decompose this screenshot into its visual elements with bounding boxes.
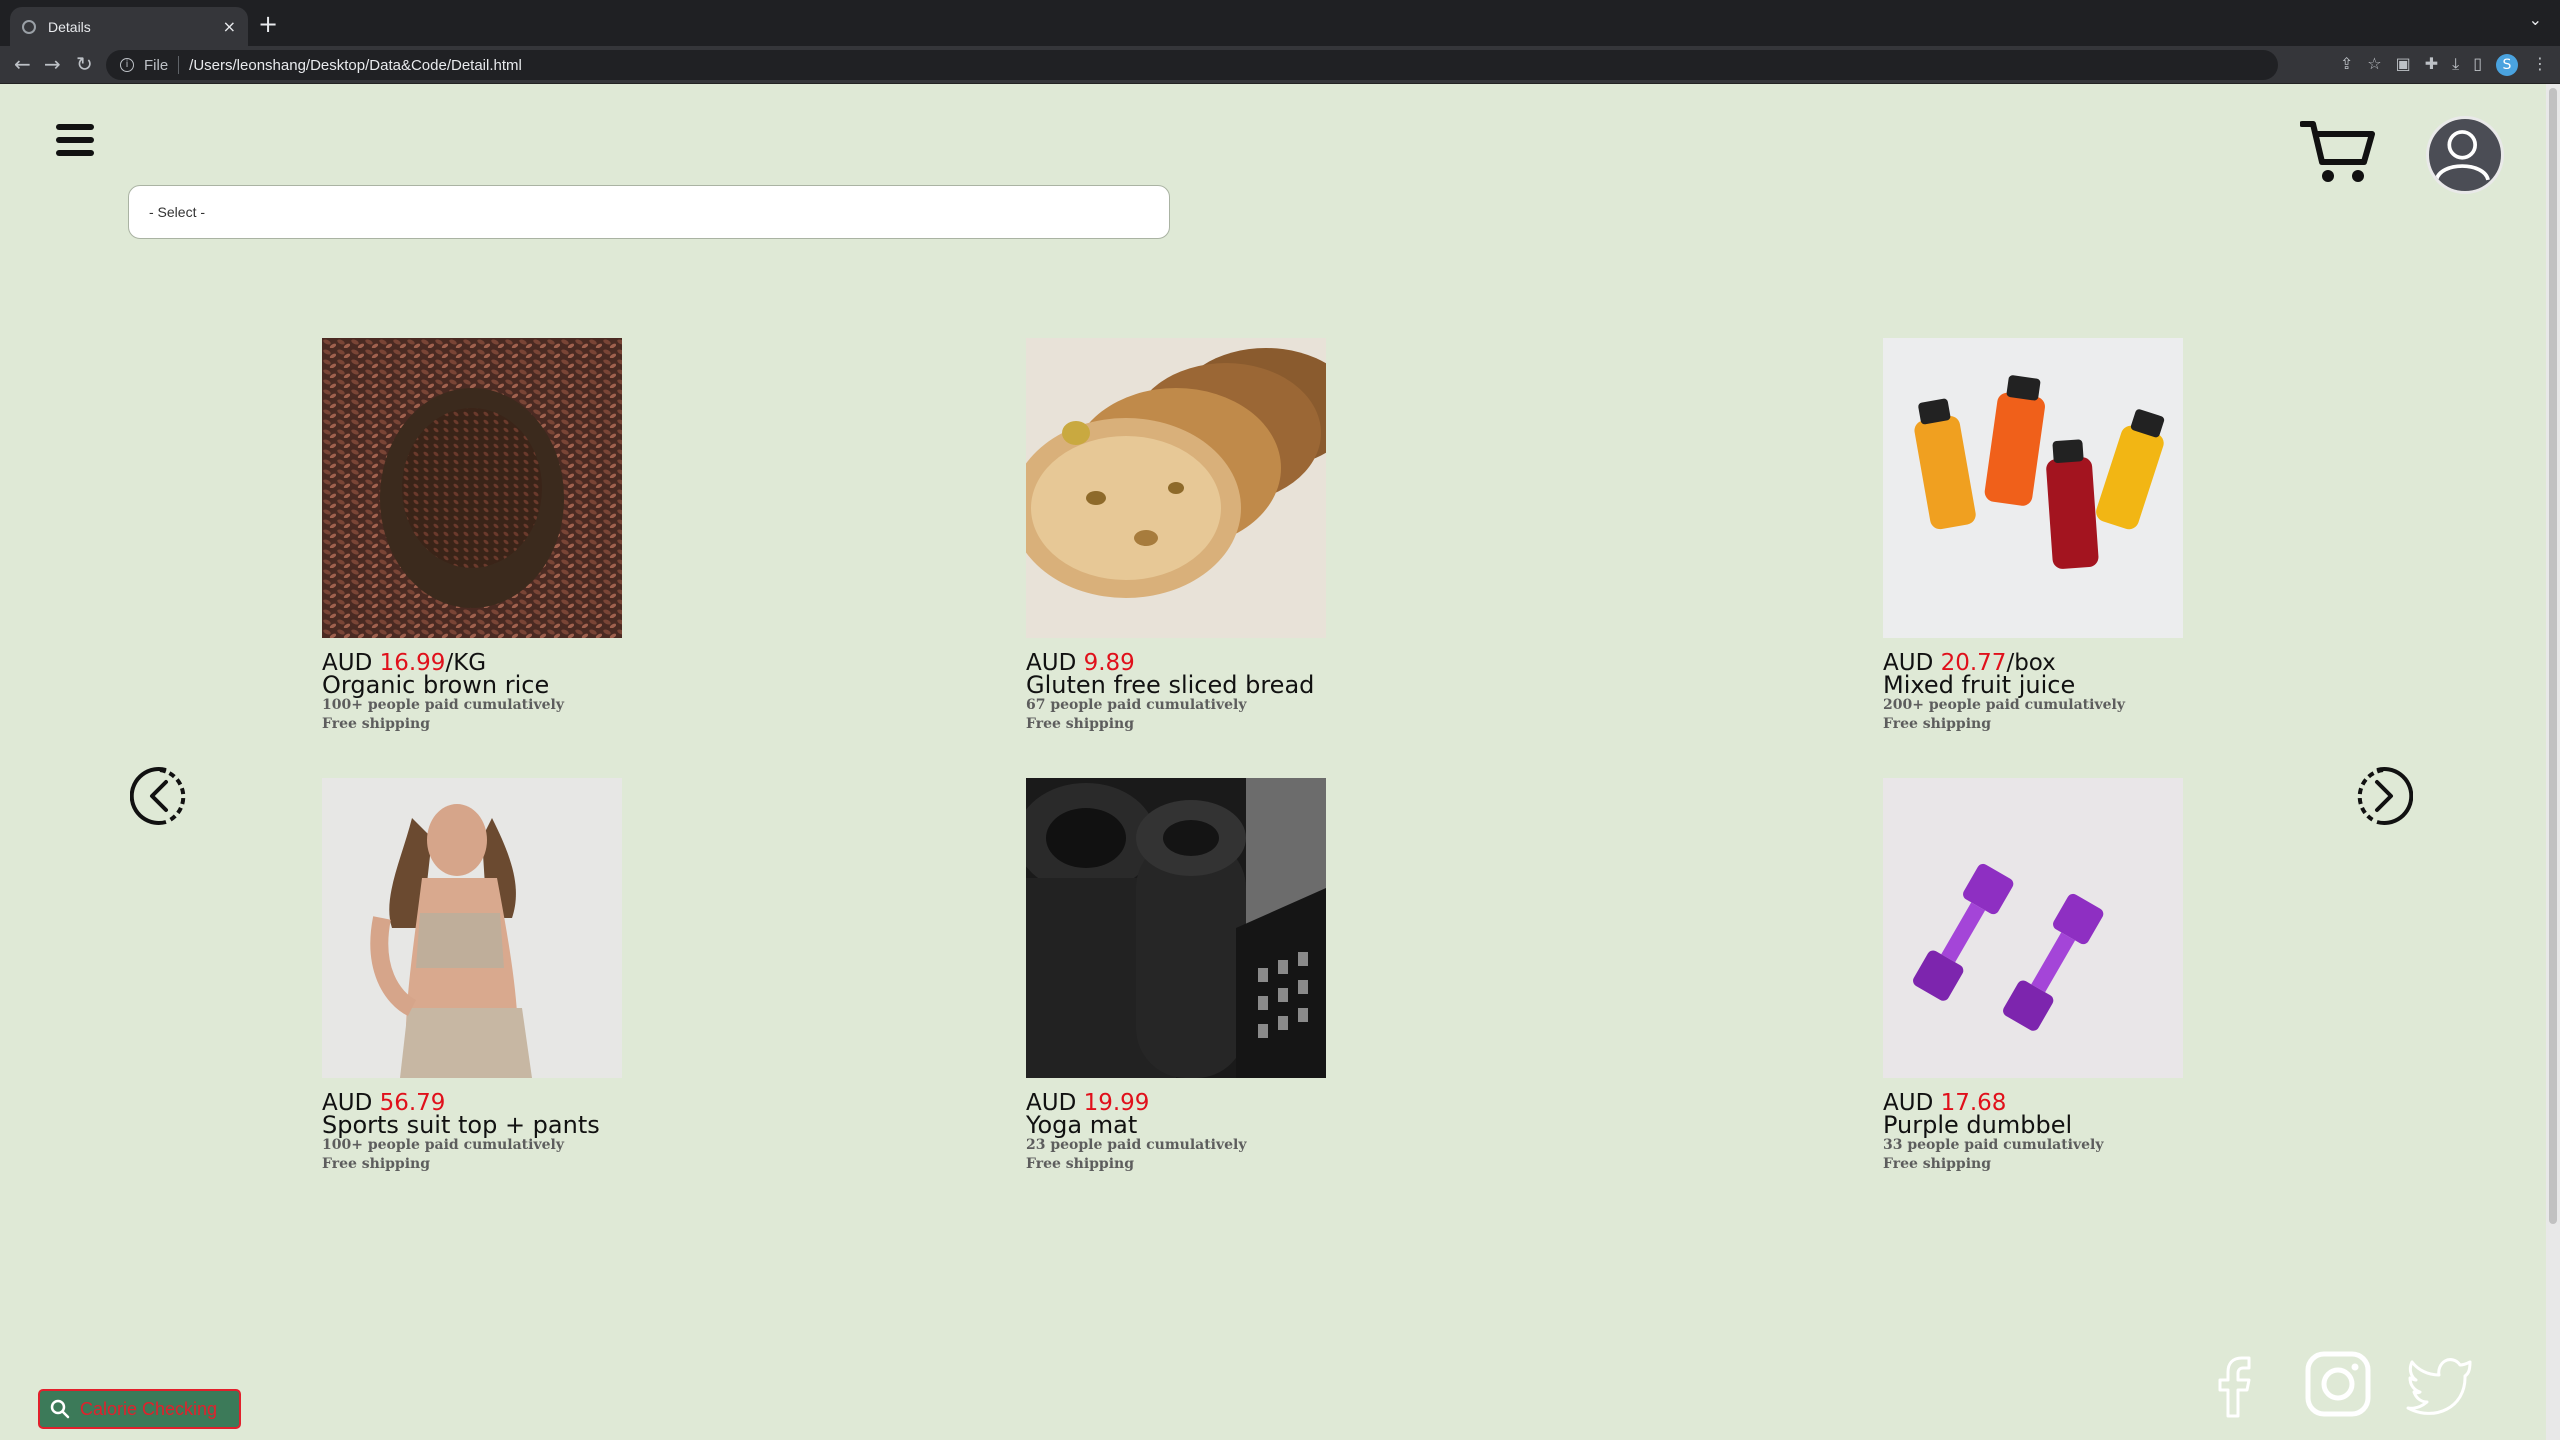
brown-rice-image[interactable]: [322, 338, 622, 638]
product-card[interactable]: AUD 17.68 Purple dumbbel 33 people paid …: [1883, 778, 2203, 1174]
globe-icon: [22, 19, 36, 34]
product-name[interactable]: Gluten free sliced bread: [1026, 673, 1346, 697]
browser-tab[interactable]: Details ×: [10, 7, 248, 46]
product-name[interactable]: Purple dumbbel: [1883, 1113, 2203, 1137]
category-select[interactable]: - Select -: [128, 185, 1170, 239]
product-card[interactable]: AUD 9.89 Gluten free sliced bread 67 peo…: [1011, 338, 1356, 734]
hamburger-menu-icon[interactable]: [56, 124, 94, 156]
scrollbar-thumb[interactable]: [2549, 88, 2557, 1224]
omnibox-divider: [178, 56, 180, 74]
shipping-info: Free shipping: [1883, 716, 1992, 732]
url-text[interactable]: /Users/leonshang/Desktop/Data&Code/Detai…: [189, 57, 522, 74]
product-name[interactable]: Yoga mat: [1026, 1113, 1346, 1137]
shopping-cart-icon[interactable]: [2300, 118, 2376, 186]
shipping-info: Free shipping: [1026, 1156, 1135, 1172]
shipping-info: Free shipping: [1026, 716, 1135, 732]
sliced-bread-image[interactable]: [1011, 338, 1356, 638]
shipping-info: Free shipping: [1883, 1156, 1992, 1172]
address-bar[interactable]: i File /Users/leonshang/Desktop/Data&Cod…: [106, 50, 2278, 80]
fruit-juice-image[interactable]: [1883, 338, 2183, 638]
purchase-count: 200+ people paid cumulatively: [1883, 697, 2125, 713]
product-name[interactable]: Organic brown rice: [322, 673, 642, 697]
share-icon[interactable]: ⇪: [2340, 54, 2353, 76]
more-menu-icon[interactable]: ⋮: [2532, 54, 2548, 76]
dumbbell-image[interactable]: [1883, 778, 2183, 1078]
profile-avatar[interactable]: S: [2496, 54, 2518, 76]
purchase-count: 23 people paid cumulatively: [1026, 1137, 1247, 1153]
shipping-info: Free shipping: [322, 716, 431, 732]
browser-toolbar: ← → ↻ i File /Users/leonshang/Desktop/Da…: [0, 46, 2560, 84]
reload-icon[interactable]: ↻: [76, 52, 93, 76]
tab-title: Details: [48, 18, 91, 35]
new-tab-button[interactable]: +: [258, 10, 278, 38]
sports-suit-image[interactable]: [322, 778, 622, 1078]
back-icon[interactable]: ←: [14, 52, 31, 76]
facebook-icon[interactable]: [2200, 1348, 2272, 1420]
user-avatar-icon[interactable]: [2426, 116, 2504, 194]
tab-search-icon[interactable]: ⌄: [2529, 10, 2542, 29]
search-icon: [50, 1399, 70, 1419]
product-card[interactable]: AUD 19.99 Yoga mat 23 people paid cumula…: [1016, 778, 1346, 1174]
toolbar-icons: ⇪ ☆ ▣ ✚ ⤓ ▯ S ⋮: [2340, 54, 2548, 76]
translate-icon[interactable]: ▣: [2396, 54, 2411, 76]
twitter-icon[interactable]: [2404, 1348, 2476, 1420]
calorie-checking-label: Calorie Checking: [80, 1398, 218, 1419]
download-icon[interactable]: ⤓: [2452, 54, 2459, 76]
bookmark-star-icon[interactable]: ☆: [2367, 54, 2381, 76]
calorie-checking-button[interactable]: Calorie Checking: [38, 1389, 241, 1429]
product-card[interactable]: AUD 56.79 Sports suit top + pants 100+ p…: [322, 778, 642, 1174]
product-card[interactable]: AUD 16.99/KG Organic brown rice 100+ peo…: [322, 338, 642, 734]
scheme-label: File: [144, 56, 169, 74]
purchase-count: 100+ people paid cumulatively: [322, 697, 564, 713]
side-panel-icon[interactable]: ▯: [2473, 54, 2482, 76]
shipping-info: Free shipping: [322, 1156, 431, 1172]
page-content: - Select - AUD 16.99/KG Organic brown ri…: [0, 84, 2546, 1440]
previous-arrow-icon[interactable]: [130, 764, 190, 828]
browser-tab-bar: Details × + ⌄: [0, 0, 2560, 46]
yoga-mat-image[interactable]: [1016, 778, 1326, 1078]
next-arrow-icon[interactable]: [2353, 764, 2413, 828]
close-tab-icon[interactable]: ×: [223, 17, 236, 36]
product-name[interactable]: Mixed fruit juice: [1883, 673, 2203, 697]
extensions-icon[interactable]: ✚: [2425, 54, 2438, 76]
instagram-icon[interactable]: [2302, 1348, 2374, 1420]
forward-icon[interactable]: →: [44, 52, 61, 76]
info-icon[interactable]: i: [120, 58, 134, 72]
product-name[interactable]: Sports suit top + pants: [322, 1113, 642, 1137]
product-card[interactable]: AUD 20.77/box Mixed fruit juice 200+ peo…: [1883, 338, 2203, 734]
vertical-scrollbar[interactable]: [2546, 84, 2560, 1440]
purchase-count: 33 people paid cumulatively: [1883, 1137, 2104, 1153]
